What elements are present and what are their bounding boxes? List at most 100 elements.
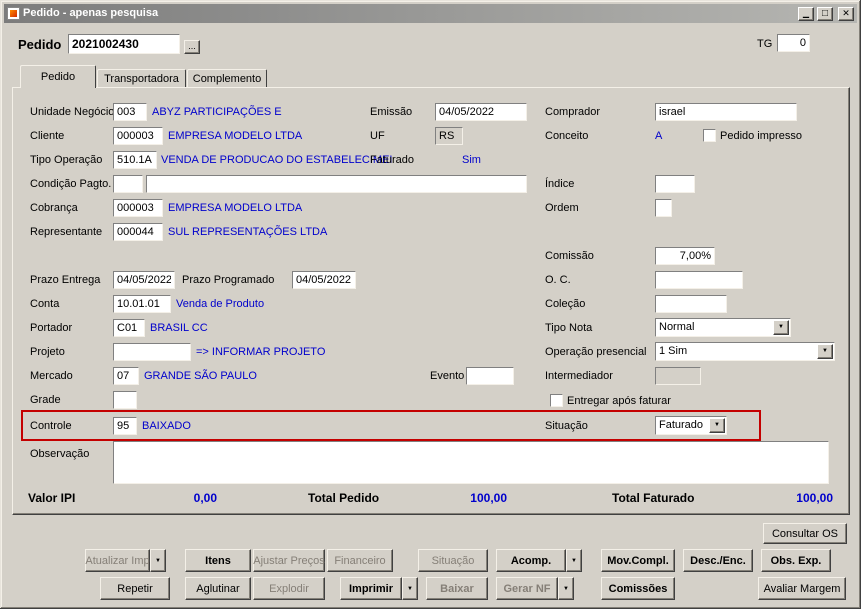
obs-exp-button[interactable]: Obs. Exp. <box>761 549 831 572</box>
oc-input[interactable] <box>655 271 743 289</box>
pedido-header-label: Pedido <box>18 35 61 55</box>
prazo-entrega-input[interactable] <box>113 271 175 289</box>
cliente-input[interactable] <box>113 127 163 145</box>
atualizar-imp-dropdown-icon[interactable] <box>150 549 166 572</box>
imprimir-button[interactable]: Imprimir <box>340 577 402 600</box>
representante-input[interactable] <box>113 223 163 241</box>
situacao-dropdown-icon[interactable] <box>709 418 725 433</box>
repetir-button[interactable]: Repetir <box>100 577 170 600</box>
condicao-pagto-desc-input[interactable] <box>146 175 527 193</box>
tab-complemento[interactable]: Complemento <box>187 69 267 87</box>
condicao-pagto-label: Condição Pagto. <box>30 175 111 193</box>
unidade-negocio-input[interactable] <box>113 103 147 121</box>
representante-label: Representante <box>30 223 102 241</box>
intermediador-label: Intermediador <box>545 367 613 385</box>
tipo-nota-value: Normal <box>659 321 694 333</box>
condicao-pagto-code-input[interactable] <box>113 175 143 193</box>
entregar-apos-faturar-label: Entregar após faturar <box>567 392 671 410</box>
situacao-value: Faturado <box>659 419 703 431</box>
projeto-input[interactable] <box>113 343 191 361</box>
tab-pedido[interactable]: Pedido <box>20 65 96 88</box>
uf-input[interactable] <box>435 127 463 145</box>
tipo-nota-dropdown-icon[interactable] <box>773 320 789 335</box>
situacao-label: Situação <box>545 417 588 435</box>
cliente-desc: EMPRESA MODELO LTDA <box>168 127 302 145</box>
acomp-button[interactable]: Acomp. <box>496 549 566 572</box>
controle-input[interactable] <box>113 417 137 435</box>
evento-label: Evento <box>430 367 464 385</box>
evento-input[interactable] <box>466 367 514 385</box>
mov-compl-button[interactable]: Mov.Compl. <box>601 549 675 572</box>
conta-desc: Venda de Produto <box>176 295 264 313</box>
tipo-operacao-label: Tipo Operação <box>30 151 102 169</box>
valor-ipi-value: 0,00 <box>120 489 217 507</box>
operacao-presencial-select[interactable]: 1 Sim <box>655 342 835 361</box>
desc-enc-button[interactable]: Desc./Enc. <box>683 549 753 572</box>
portador-label: Portador <box>30 319 72 337</box>
observacao-textarea[interactable] <box>113 441 829 484</box>
mercado-input[interactable] <box>113 367 139 385</box>
ajustar-precos-button[interactable]: Ajustar Preços <box>253 549 325 572</box>
grade-input[interactable] <box>113 391 137 409</box>
faturado-value: Sim <box>462 151 481 169</box>
atualizar-imp-button[interactable]: Atualizar Imp <box>85 549 150 572</box>
prazo-programado-input[interactable] <box>292 271 356 289</box>
oc-label: O. C. <box>545 271 571 289</box>
aglutinar-button[interactable]: Aglutinar <box>185 577 251 600</box>
pedido-number-input[interactable] <box>68 34 180 54</box>
conceito-label: Conceito <box>545 127 588 145</box>
indice-input[interactable] <box>655 175 695 193</box>
gerar-nf-button[interactable]: Gerar NF <box>496 577 558 600</box>
portador-input[interactable] <box>113 319 145 337</box>
operacao-presencial-value: 1 Sim <box>659 345 687 357</box>
tipo-operacao-input[interactable] <box>113 151 157 169</box>
operacao-presencial-dropdown-icon[interactable] <box>817 344 833 359</box>
projeto-desc: => INFORMAR PROJETO <box>196 343 325 361</box>
comprador-label: Comprador <box>545 103 600 121</box>
situacao-button[interactable]: Situação <box>418 549 488 572</box>
minimize-icon[interactable] <box>798 7 814 21</box>
title-bar: Pedido - apenas pesquisa <box>4 4 857 23</box>
conta-input[interactable] <box>113 295 171 313</box>
close-icon[interactable] <box>838 7 854 21</box>
faturado-label: Faturado <box>370 151 414 169</box>
cobranca-desc: EMPRESA MODELO LTDA <box>168 199 302 217</box>
tipo-nota-select[interactable]: Normal <box>655 318 791 337</box>
pedido-impresso-checkbox[interactable] <box>703 129 716 142</box>
imprimir-dropdown-icon[interactable] <box>402 577 418 600</box>
gerar-nf-dropdown-icon[interactable] <box>558 577 574 600</box>
tg-input[interactable] <box>777 34 810 52</box>
financeiro-button[interactable]: Financeiro <box>327 549 393 572</box>
itens-button[interactable]: Itens <box>185 549 251 572</box>
baixar-button[interactable]: Baixar <box>426 577 488 600</box>
total-faturado-label: Total Faturado <box>612 489 694 507</box>
ordem-input[interactable] <box>655 199 672 217</box>
maximize-icon[interactable] <box>817 7 833 21</box>
app-icon <box>7 7 20 20</box>
acomp-dropdown-icon[interactable] <box>566 549 582 572</box>
total-faturado-value: 100,00 <box>745 489 833 507</box>
window-title: Pedido - apenas pesquisa <box>23 4 795 23</box>
conta-label: Conta <box>30 295 59 313</box>
avaliar-margem-button[interactable]: Avaliar Margem <box>758 577 846 600</box>
emissao-input[interactable] <box>435 103 527 121</box>
tab-transportadora[interactable]: Transportadora <box>97 69 186 87</box>
cliente-label: Cliente <box>30 127 64 145</box>
ordem-label: Ordem <box>545 199 579 217</box>
cobranca-input[interactable] <box>113 199 163 217</box>
prazo-programado-label: Prazo Programado <box>182 271 274 289</box>
indice-label: Índice <box>545 175 574 193</box>
pedido-lookup-button[interactable]: ... <box>184 40 200 54</box>
comissao-input[interactable] <box>655 247 715 265</box>
observacao-label: Observação <box>30 445 89 463</box>
consultar-os-button[interactable]: Consultar OS <box>763 523 847 544</box>
controle-label: Controle <box>30 417 72 435</box>
comprador-input[interactable] <box>655 103 797 121</box>
explodir-button[interactable]: Explodir <box>253 577 325 600</box>
colecao-input[interactable] <box>655 295 727 313</box>
situacao-select[interactable]: Faturado <box>655 416 727 435</box>
comissoes-button[interactable]: Comissões <box>601 577 675 600</box>
entregar-apos-faturar-checkbox[interactable] <box>550 394 563 407</box>
comissao-label: Comissão <box>545 247 594 265</box>
controle-desc: BAIXADO <box>142 417 191 435</box>
